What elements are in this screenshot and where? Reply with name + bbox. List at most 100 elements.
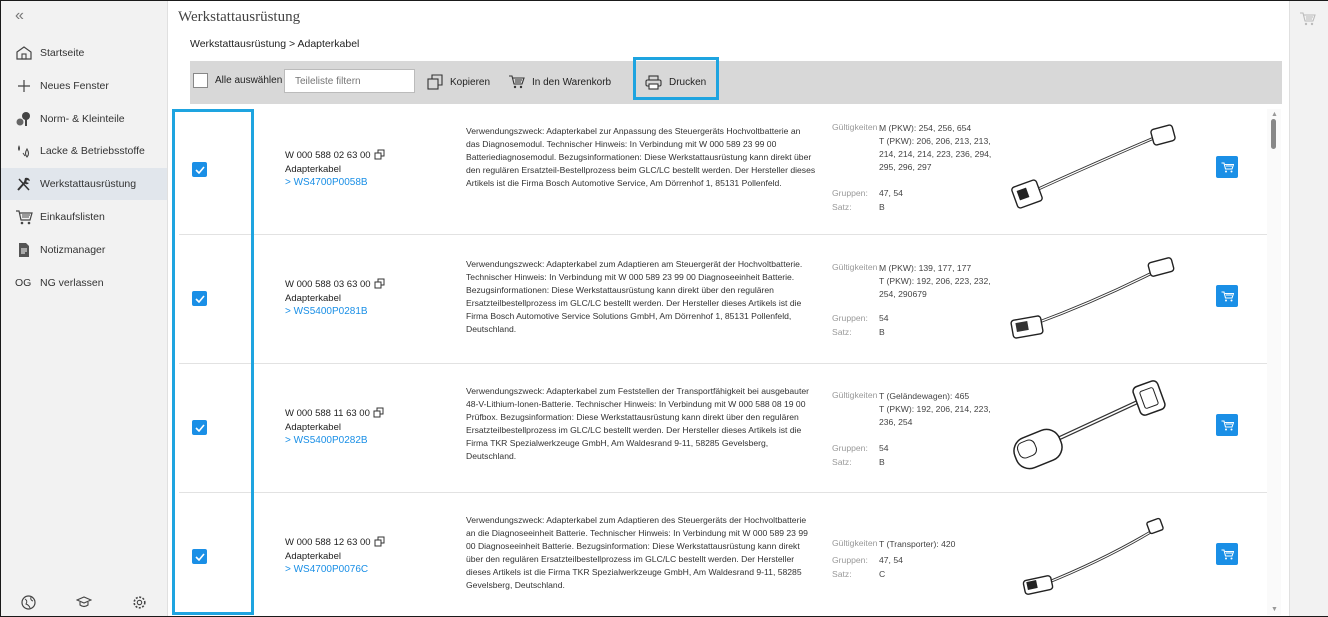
add-to-cart-label: In den Warenkorb [532,76,612,88]
sidebar-item-lacke-betriebsstoffe[interactable]: Lacke & Betriebsstoffe [1,135,167,167]
set-label: Satz: [832,202,852,212]
part-link[interactable]: > WS5400P0281B [285,306,368,317]
part-number: W 000 588 12 63 00 [285,536,385,550]
main-content: Werkstattausrüstung Werkstattausrüstung … [169,1,1289,616]
sidebar-item-einkaufslisten[interactable]: Einkaufslisten [1,201,167,233]
print-highlight-box [633,57,719,100]
sidebar-item-label: Lacke & Betriebsstoffe [40,145,145,157]
page-title: Werkstattausrüstung [178,9,301,25]
part-number: W 000 588 02 63 00 [285,149,385,163]
select-all-label[interactable]: Alle auswählen [215,75,282,86]
set-value: B [879,327,885,337]
set-value: B [879,202,885,212]
cart-icon [509,75,525,89]
adapter-cable-image [1011,124,1176,209]
sidebar-footer [1,588,167,616]
tools-icon [15,176,33,192]
part-description: Verwendungszweck: Adapterkabel zum Fests… [466,386,809,462]
cart-icon [1221,548,1234,559]
groups-label: Gruppen: [832,443,868,453]
cart-icon [1221,419,1234,430]
og-label: OG [15,277,32,289]
validity-text: M (PKW): 139, 177, 177 T (PKW): 192, 206… [879,263,991,300]
part-number-text: W 000 588 02 63 00 [285,150,371,161]
add-to-cart-button[interactable]: In den Warenkorb [508,69,611,95]
set-label: Satz: [832,327,852,337]
part-description: Verwendungszweck: Adapterkabel zum Adapt… [466,515,808,591]
row-add-to-cart-button[interactable] [1216,156,1238,178]
parts-list: W 000 588 02 63 00 Adapterkabel > WS4700… [169,107,1279,616]
part-number: W 000 588 11 63 00 [285,407,384,421]
adapter-cable-image [1022,517,1164,595]
sidebar-item-neues-fenster[interactable]: Neues Fenster [1,70,167,102]
cart-icon[interactable] [1299,12,1316,31]
copy-icon[interactable] [374,149,385,163]
validity-label: Gültigkeiten [832,122,878,132]
scrollbar[interactable]: ▲ ▼ [1267,109,1281,615]
groups-value: 47, 54 [879,188,903,198]
select-all-checkbox[interactable] [193,73,208,88]
sidebar-item-startseite[interactable]: Startseite [1,37,167,69]
sidebar-item-label: Werkstattausrüstung [40,178,137,190]
part-name: Adapterkabel [285,551,341,562]
sidebar-item-werkstattausruestung[interactable]: Werkstattausrüstung [1,168,167,200]
scroll-up-arrow-icon[interactable]: ▲ [1271,111,1278,118]
groups-label: Gruppen: [832,313,868,323]
row-add-to-cart-button[interactable] [1216,414,1238,436]
validity-label: Gültigkeiten [832,538,878,548]
sidebar-item-notizmanager[interactable]: Notizmanager [1,234,167,266]
set-value: B [879,457,885,467]
part-link[interactable]: > WS4700P0076C [285,564,368,575]
sidebar-item-label: Notizmanager [40,244,106,256]
part-number: W 000 588 03 63 00 [285,278,385,292]
set-label: Satz: [832,457,852,467]
groups-label: Gruppen: [832,555,868,565]
adapter-cable-image [1013,380,1166,470]
filter-input[interactable] [284,69,415,93]
globe-icon[interactable] [21,594,36,610]
row-add-to-cart-button[interactable] [1216,285,1238,307]
table-row: W 000 588 11 63 00 Adapterkabel > WS5400… [179,365,1271,493]
part-name: Adapterkabel [285,164,341,175]
sidebar-item-label: Norm- & Kleinteile [40,113,125,125]
fluids-icon [15,143,33,159]
home-icon [15,45,33,61]
scroll-down-arrow-icon[interactable]: ▼ [1271,606,1278,613]
collapse-sidebar-icon[interactable]: « [15,7,24,25]
graduation-cap-icon[interactable] [76,595,92,609]
groups-value: 54 [879,313,889,323]
sidebar-item-label: Neues Fenster [40,80,109,92]
copy-icon [427,74,443,90]
copy-icon[interactable] [374,536,385,550]
copy-label: Kopieren [450,76,491,88]
part-link[interactable]: > WS4700P0058B [285,177,368,188]
part-link[interactable]: > WS5400P0282B [285,435,368,446]
sidebar-item-ng-verlassen[interactable]: OG NG verlassen [1,267,167,299]
plus-icon [15,78,33,94]
sidebar: « Startseite Neues Fenster Norm- & Klein… [1,1,168,616]
cart-list-icon [15,209,33,225]
set-value: C [879,569,886,579]
validity-text: M (PKW): 254, 256, 654 T (PKW): 206, 206… [879,123,992,173]
table-row: W 000 588 02 63 00 Adapterkabel > WS4700… [179,107,1271,235]
sidebar-item-label: Startseite [40,47,85,59]
validity-label: Gültigkeiten [832,390,878,400]
validity-label: Gültigkeiten [832,262,878,272]
copy-icon[interactable] [373,407,384,421]
table-row: W 000 588 03 63 00 Adapterkabel > WS5400… [179,236,1271,364]
part-name: Adapterkabel [285,422,341,433]
part-description: Verwendungszweck: Adapterkabel zum Adapt… [466,259,803,335]
copy-icon[interactable] [374,278,385,292]
sidebar-item-norm-kleinteile[interactable]: Norm- & Kleinteile [1,103,167,135]
sidebar-item-label: Einkaufslisten [40,211,105,223]
settings-icon[interactable] [132,595,147,610]
copy-button[interactable]: Kopieren [427,69,490,95]
bolts-icon [15,111,33,127]
toolbar: Alle auswählen Kopieren In den Warenkorb… [190,57,1282,104]
scrollbar-thumb[interactable] [1271,119,1276,149]
part-number-text: W 000 588 12 63 00 [285,537,371,548]
row-add-to-cart-button[interactable] [1216,543,1238,565]
groups-label: Gruppen: [832,188,868,198]
adapter-cable-image [1010,257,1175,339]
breadcrumb: Werkstattausrüstung > Adapterkabel [190,38,360,50]
